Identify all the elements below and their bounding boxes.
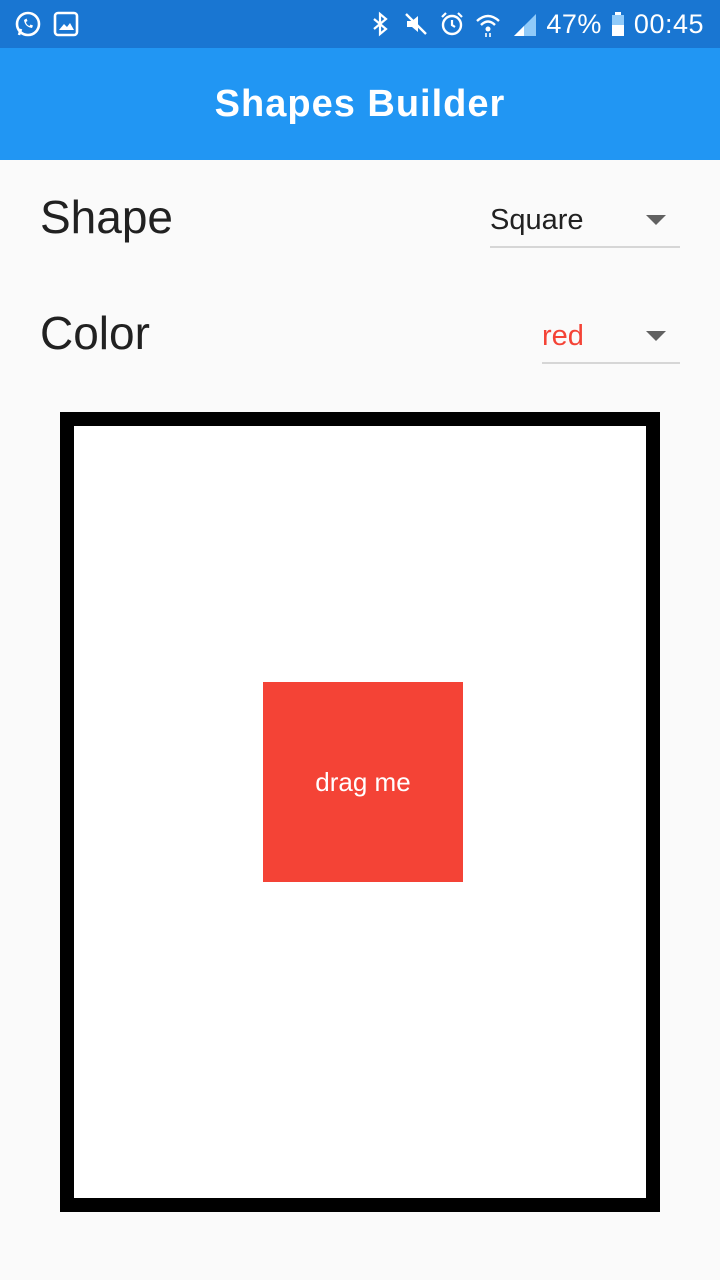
battery-icon [610, 10, 626, 38]
color-label: Color [40, 307, 150, 359]
mute-icon [402, 10, 430, 38]
alarm-icon [438, 10, 466, 38]
wifi-icon [474, 10, 502, 38]
whatsapp-icon [14, 10, 42, 38]
clock: 00:45 [633, 9, 704, 39]
gallery-icon [52, 10, 80, 38]
shape-dropdown[interactable]: Square [490, 192, 680, 248]
app-bar: Shapes Builder [0, 48, 720, 160]
draggable-square[interactable]: drag me [263, 682, 463, 882]
shape-label: Shape [40, 191, 174, 243]
bluetooth-icon [366, 10, 394, 38]
color-dropdown[interactable]: red [542, 308, 680, 364]
dropdown-arrow-icon [646, 215, 666, 225]
status-bar: 47% 00:45 [0, 0, 720, 48]
shape-canvas: drag me [60, 412, 660, 1212]
battery-percent: 47% [546, 9, 602, 39]
drag-me-label: drag me [315, 766, 411, 797]
signal-icon [510, 10, 538, 38]
dropdown-arrow-icon [646, 331, 666, 341]
page-title: Shapes Builder [214, 83, 506, 125]
shape-dropdown-value: Square [490, 204, 584, 236]
color-dropdown-value: red [542, 320, 584, 352]
